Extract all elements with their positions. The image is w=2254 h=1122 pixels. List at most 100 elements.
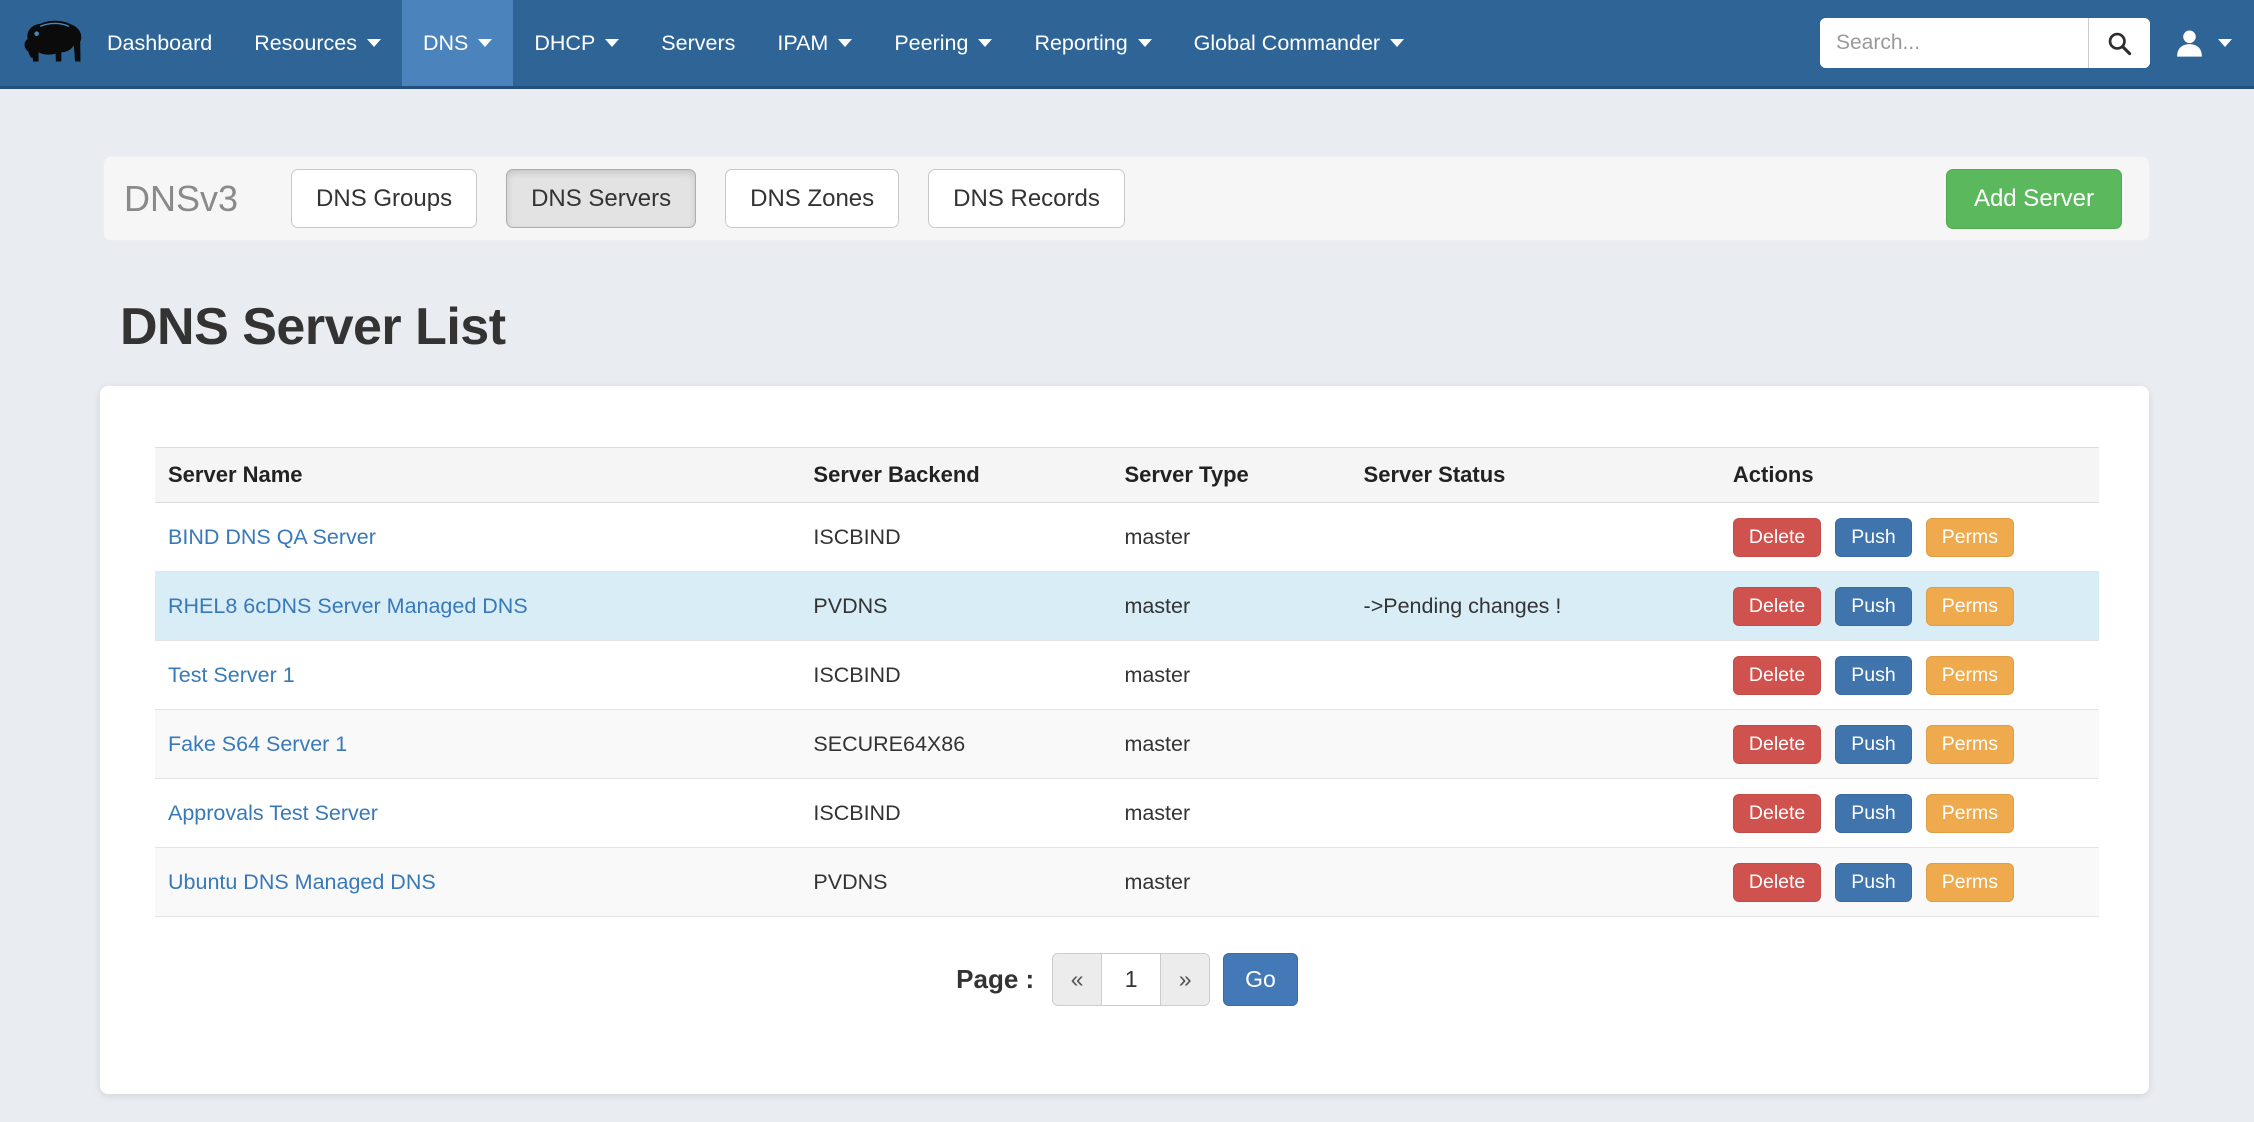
server-name-cell: BIND DNS QA Server [155, 503, 800, 572]
mammoth-logo-icon[interactable] [20, 0, 86, 86]
nav-item-global-commander[interactable]: Global Commander [1173, 0, 1425, 86]
dns-server-table: Server Name Server Backend Server Type S… [155, 447, 2099, 917]
server-name-link[interactable]: BIND DNS QA Server [168, 525, 376, 549]
page-number-input[interactable] [1101, 954, 1161, 1005]
nav-item-resources[interactable]: Resources [233, 0, 402, 86]
col-header-actions: Actions [1720, 448, 2099, 503]
main-nav: Dashboard Resources DNS DHCP Servers IPA… [86, 0, 1425, 86]
delete-button[interactable]: Delete [1733, 518, 1821, 557]
tab-dns-zones[interactable]: DNS Zones [725, 169, 899, 228]
server-name-cell: Ubuntu DNS Managed DNS [155, 848, 800, 917]
table-row: BIND DNS QA Server ISCBIND master Delete… [155, 503, 2099, 572]
push-button[interactable]: Push [1835, 656, 1911, 695]
pagination: Page : « » Go [155, 953, 2099, 1006]
server-name-link[interactable]: Test Server 1 [168, 663, 295, 687]
push-button[interactable]: Push [1835, 725, 1911, 764]
top-navbar: Dashboard Resources DNS DHCP Servers IPA… [0, 0, 2254, 89]
delete-button[interactable]: Delete [1733, 863, 1821, 902]
server-type-cell: master [1111, 503, 1350, 572]
server-type-cell: master [1111, 641, 1350, 710]
push-button[interactable]: Push [1835, 518, 1911, 557]
perms-button[interactable]: Perms [1926, 656, 2014, 695]
actions-cell: Delete Push Perms [1720, 779, 2099, 848]
nav-item-servers[interactable]: Servers [640, 0, 756, 86]
delete-button[interactable]: Delete [1733, 794, 1821, 833]
tab-dns-groups[interactable]: DNS Groups [291, 169, 477, 228]
page-label: Page : [956, 964, 1034, 995]
delete-button[interactable]: Delete [1733, 587, 1821, 626]
actions-cell: Delete Push Perms [1720, 641, 2099, 710]
perms-button[interactable]: Perms [1926, 725, 2014, 764]
search-icon [2106, 30, 2133, 57]
server-name-link[interactable]: RHEL8 6cDNS Server Managed DNS [168, 594, 528, 618]
caret-down-icon [1390, 39, 1404, 47]
navbar-right [1820, 0, 2232, 86]
search-button[interactable] [2088, 18, 2150, 68]
table-header-row: Server Name Server Backend Server Type S… [155, 448, 2099, 503]
nav-item-dashboard[interactable]: Dashboard [86, 0, 233, 86]
server-type-cell: master [1111, 710, 1350, 779]
search-group [1820, 18, 2150, 68]
table-row: Ubuntu DNS Managed DNS PVDNS master Dele… [155, 848, 2099, 917]
tab-dns-servers[interactable]: DNS Servers [506, 169, 696, 228]
caret-down-icon [367, 39, 381, 47]
table-row: Approvals Test Server ISCBIND master Del… [155, 779, 2099, 848]
col-header-server-type: Server Type [1111, 448, 1350, 503]
nav-item-reporting[interactable]: Reporting [1013, 0, 1172, 86]
nav-label: Dashboard [107, 31, 212, 56]
add-server-button[interactable]: Add Server [1946, 169, 2122, 229]
nav-label: Reporting [1034, 31, 1127, 56]
server-name-link[interactable]: Approvals Test Server [168, 801, 378, 825]
delete-button[interactable]: Delete [1733, 725, 1821, 764]
server-type-cell: master [1111, 779, 1350, 848]
delete-button[interactable]: Delete [1733, 656, 1821, 695]
server-name-cell: Fake S64 Server 1 [155, 710, 800, 779]
table-row: Test Server 1 ISCBIND master Delete Push… [155, 641, 2099, 710]
push-button[interactable]: Push [1835, 794, 1911, 833]
nav-label: Servers [661, 31, 735, 56]
user-menu[interactable] [2172, 26, 2232, 61]
tab-dns-records[interactable]: DNS Records [928, 169, 1125, 228]
actions-cell: Delete Push Perms [1720, 710, 2099, 779]
server-backend-cell: PVDNS [800, 572, 1111, 641]
table-row-highlighted: RHEL8 6cDNS Server Managed DNS PVDNS mas… [155, 572, 2099, 641]
prev-page-button[interactable]: « [1053, 954, 1101, 1005]
perms-button[interactable]: Perms [1926, 794, 2014, 833]
nav-item-dhcp[interactable]: DHCP [513, 0, 640, 86]
col-header-server-name: Server Name [155, 448, 800, 503]
server-backend-cell: ISCBIND [800, 779, 1111, 848]
server-backend-cell: PVDNS [800, 848, 1111, 917]
col-header-server-status: Server Status [1351, 448, 1720, 503]
nav-label: Resources [254, 31, 357, 56]
push-button[interactable]: Push [1835, 587, 1911, 626]
server-name-link[interactable]: Fake S64 Server 1 [168, 732, 347, 756]
go-button[interactable]: Go [1223, 953, 1298, 1006]
nav-label: DNS [423, 31, 468, 56]
perms-button[interactable]: Perms [1926, 587, 2014, 626]
next-page-button[interactable]: » [1161, 954, 1209, 1005]
perms-button[interactable]: Perms [1926, 518, 2014, 557]
caret-down-icon [1138, 39, 1152, 47]
server-name-link[interactable]: Ubuntu DNS Managed DNS [168, 870, 436, 894]
server-status-cell [1351, 503, 1720, 572]
push-button[interactable]: Push [1835, 863, 1911, 902]
caret-down-icon [838, 39, 852, 47]
nav-item-peering[interactable]: Peering [873, 0, 1013, 86]
col-header-server-backend: Server Backend [800, 448, 1111, 503]
actions-cell: Delete Push Perms [1720, 848, 2099, 917]
server-status-cell [1351, 848, 1720, 917]
server-backend-cell: ISCBIND [800, 641, 1111, 710]
server-name-cell: Test Server 1 [155, 641, 800, 710]
actions-cell: Delete Push Perms [1720, 503, 2099, 572]
page-title: DNS Server List [120, 297, 2254, 357]
perms-button[interactable]: Perms [1926, 863, 2014, 902]
server-status-cell: ->Pending changes ! [1351, 572, 1720, 641]
nav-label: Global Commander [1194, 31, 1380, 56]
dns-toolbar: DNSv3 DNS Groups DNS Servers DNS Zones D… [103, 156, 2150, 241]
page-control-group: « » [1052, 953, 1210, 1006]
app-label: DNSv3 [124, 178, 238, 220]
nav-label: DHCP [534, 31, 595, 56]
nav-item-ipam[interactable]: IPAM [756, 0, 873, 86]
search-input[interactable] [1820, 18, 2088, 68]
nav-item-dns[interactable]: DNS [402, 0, 513, 86]
